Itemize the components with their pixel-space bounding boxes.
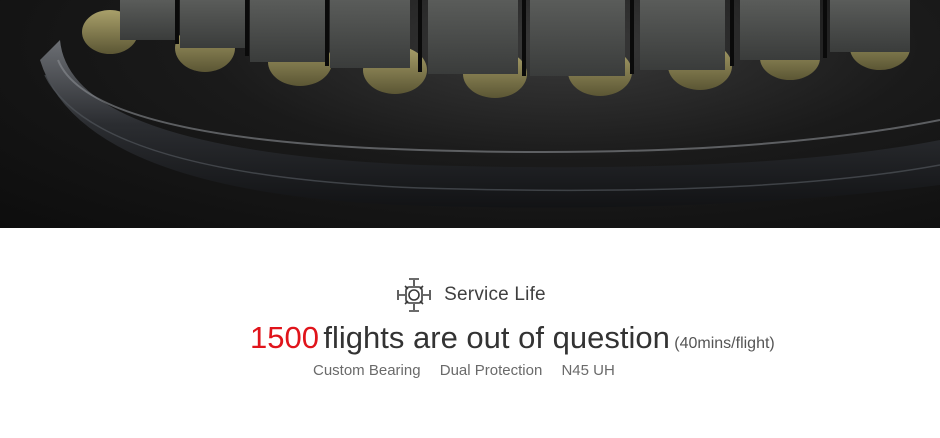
feature-section: Service Life 1500 flights are out of que… (0, 228, 940, 438)
headline-text: flights are out of question (323, 320, 670, 355)
headline-note: (40mins/flight) (674, 335, 775, 352)
feature-item: N45 UH (561, 362, 615, 379)
section-title-text: Service Life (444, 284, 546, 305)
flight-count: 1500 (250, 320, 319, 355)
headline: 1500 flights are out of question (40mins… (250, 320, 775, 356)
hero-image (0, 0, 940, 228)
motor-stator-illustration (40, 0, 940, 208)
drone-icon (397, 278, 431, 312)
feature-item: Custom Bearing (313, 362, 421, 379)
feature-item: Dual Protection (439, 362, 543, 379)
section-title: Service Life (0, 275, 940, 315)
feature-list: Custom Bearing Dual Protection N45 UH (313, 362, 630, 379)
